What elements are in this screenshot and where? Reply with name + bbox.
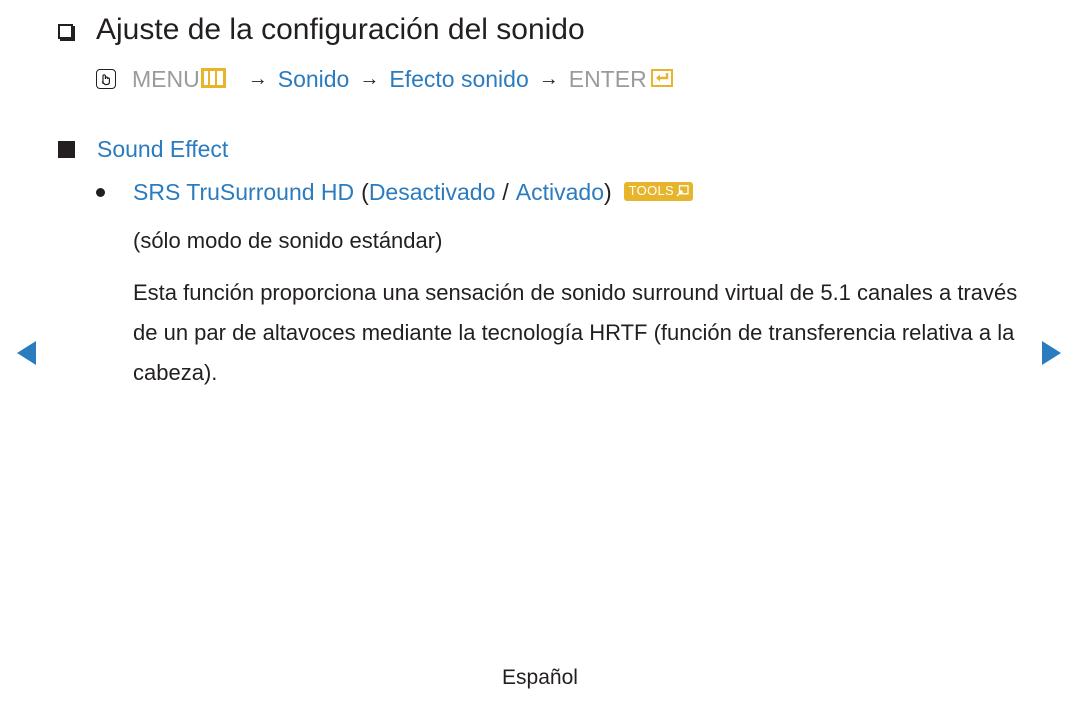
section-label[interactable]: Sound Effect — [97, 133, 228, 165]
menu-label: MENU — [132, 66, 200, 92]
close-paren: ) — [604, 179, 612, 205]
enter-return-icon — [650, 69, 673, 87]
tools-badge: TOOLS — [623, 181, 694, 201]
footer-language: Español — [502, 666, 578, 689]
checkbox-icon — [58, 23, 73, 39]
open-paren: ( — [361, 179, 369, 205]
option-name[interactable]: SRS TruSurround HD — [133, 176, 354, 208]
previous-page-arrow-icon[interactable] — [17, 341, 36, 365]
menu-grid-icon — [200, 68, 226, 88]
path-arrow: → — [538, 68, 559, 90]
menu-path: MENU → Sonido → Efecto sonido → ENTER — [96, 62, 673, 96]
note-text: (sólo modo de sonido estándar) — [133, 228, 443, 253]
page-title: Ajuste de la configuración del sonido — [96, 13, 585, 46]
path-step-sonido[interactable]: Sonido — [278, 62, 350, 96]
dot-bullet-icon — [96, 187, 105, 197]
square-bullet-icon — [58, 140, 75, 158]
option-value-desactivado[interactable]: Desactivado — [369, 176, 496, 208]
separator: / — [502, 179, 509, 205]
hand-pointer-icon — [96, 69, 116, 89]
option-value-activado[interactable]: Activado — [516, 176, 604, 208]
path-step-efecto-sonido[interactable]: Efecto sonido — [389, 62, 528, 96]
next-page-arrow-icon[interactable] — [1042, 341, 1061, 365]
path-arrow: → — [247, 68, 268, 90]
tools-icon — [676, 185, 689, 197]
section-title: Ajuste de la configuración del sonido — [58, 10, 585, 50]
tools-label: TOOLS — [628, 183, 675, 198]
description-text: Esta función proporciona una sensación d… — [133, 280, 1018, 385]
option-item: SRS TruSurround HD ( Desactivado / Activ… — [96, 176, 694, 208]
path-arrow: → — [359, 68, 380, 90]
section-header: Sound Effect — [58, 133, 228, 165]
enter-label: ENTER — [568, 66, 647, 92]
